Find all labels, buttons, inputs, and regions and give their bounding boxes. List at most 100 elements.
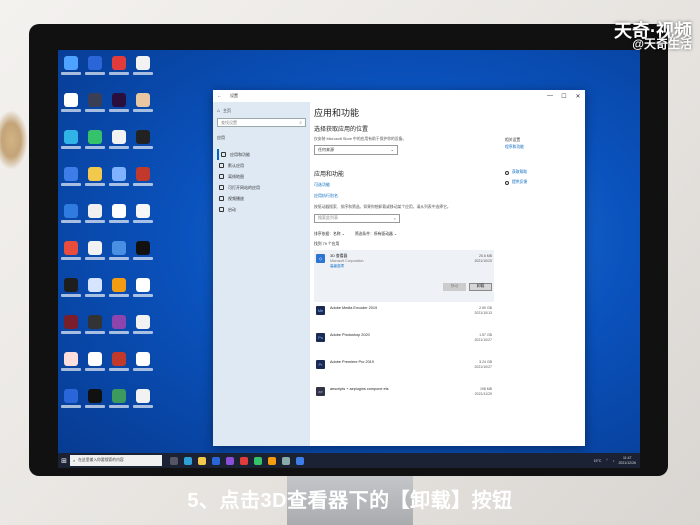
app-list-search-input[interactable]: 搜索此列表 ⌕	[314, 213, 400, 223]
desktop-icon[interactable]	[132, 352, 154, 380]
desktop-icon[interactable]	[60, 167, 82, 195]
app-list-item-selected[interactable]: ◇ 3D 查看器 Microsoft Corporation 高级选项 25.6…	[314, 249, 494, 302]
app-list-item[interactable]: Me Adobe Media Encoder 2019 2.69 GB 2021…	[314, 302, 494, 329]
photoshop-taskbar-icon[interactable]	[212, 456, 220, 465]
app-list-item[interactable]: ae aescripts + aeplugins compone ets 198…	[314, 383, 494, 410]
programs-features-link[interactable]: 程序和功能	[505, 145, 575, 150]
desktop-icon[interactable]	[60, 93, 82, 121]
app-date: 2021/10/13	[474, 310, 492, 315]
aescripts-icon: ae	[316, 386, 325, 396]
desktop-icon[interactable]	[84, 130, 106, 158]
browser-icon[interactable]	[296, 456, 304, 465]
edge-icon[interactable]	[184, 456, 192, 465]
settings-taskbar-icon[interactable]	[282, 456, 290, 465]
source-dropdown[interactable]: 任何来源 ⌄	[314, 144, 398, 155]
desktop-icon[interactable]	[60, 56, 82, 84]
desktop-icon[interactable]	[108, 56, 130, 84]
desktop-icon[interactable]	[132, 204, 154, 232]
sidebar-item-video-playback[interactable]: 视频播放	[217, 193, 306, 204]
sidebar-item-offline-maps[interactable]: 离线地图	[217, 171, 306, 182]
file-explorer-icon[interactable]	[198, 456, 206, 465]
desktop-icon[interactable]	[108, 241, 130, 269]
taskbar-search-input[interactable]: ⌕ 在这里输入你要搜索的内容	[70, 455, 162, 466]
desktop-icon[interactable]	[84, 241, 106, 269]
back-arrow-icon[interactable]: ←	[217, 93, 222, 99]
filter-label: 筛选条件：	[354, 231, 374, 236]
desktop-icon[interactable]	[108, 352, 130, 380]
advanced-options-link[interactable]: 高级选项	[330, 264, 363, 269]
desktop-icon[interactable]	[108, 93, 130, 121]
desktop-icon[interactable]	[132, 241, 154, 269]
desktop-icon[interactable]	[84, 167, 106, 195]
network-icon[interactable]: ⌔	[605, 458, 608, 463]
sidebar-item-default-apps[interactable]: 默认应用	[217, 160, 306, 171]
task-view-icon[interactable]	[170, 456, 178, 465]
optional-features-link[interactable]: 可选功能	[314, 182, 494, 188]
desktop-icon[interactable]	[60, 130, 82, 158]
app-date: 2021/10/27	[474, 364, 492, 369]
windows-start-icon[interactable]: ⊞	[58, 457, 70, 465]
volume-icon[interactable]: ♪	[613, 459, 615, 463]
desktop-icon[interactable]	[132, 56, 154, 84]
settings-search-input[interactable]: 查找设置 ⌕	[217, 118, 306, 127]
app-name: aescripts + aeplugins compone ets	[330, 386, 389, 391]
get-help-link[interactable]: 获取帮助	[505, 170, 575, 175]
taskbar: ⊞ ⌕ 在这里输入你要搜索的内容 19°C ⌔ ♪ 11:47 2021/12/…	[58, 453, 640, 468]
desktop-icon[interactable]	[60, 241, 82, 269]
desktop-icon[interactable]	[132, 315, 154, 343]
premiere-taskbar-icon[interactable]	[226, 456, 234, 465]
desktop-icon[interactable]	[60, 389, 82, 417]
desktop-icon[interactable]	[132, 167, 154, 195]
wechat-icon[interactable]	[254, 456, 262, 465]
sort-control[interactable]: 排序依据：名称 ⌄	[314, 231, 345, 237]
desktop-icon[interactable]	[60, 204, 82, 232]
app-alias-link[interactable]: 应用执行别名	[314, 193, 494, 199]
maximize-button[interactable]: ☐	[557, 93, 571, 100]
desktop-icon[interactable]	[84, 204, 106, 232]
filter-control[interactable]: 筛选条件：所有驱动器 ⌄	[355, 231, 397, 237]
netease-music-icon[interactable]	[240, 456, 248, 465]
desktop-icon[interactable]	[60, 315, 82, 343]
window-title-bar: ← 设置 — ☐ ✕	[213, 90, 585, 102]
sidebar-item-label: 可打开网站的应用	[228, 184, 260, 190]
desktop-icon[interactable]	[108, 204, 130, 232]
desktop-icon[interactable]	[132, 389, 154, 417]
system-tray: 19°C ⌔ ♪ 11:47 2021/12/26	[594, 456, 640, 464]
desktop-icon[interactable]	[84, 56, 106, 84]
sidebar-item-apps-for-websites[interactable]: 可打开网站的应用	[217, 182, 306, 193]
desktop-icon[interactable]	[84, 315, 106, 343]
app-list-item[interactable]: Ps Adobe Photoshop 2020 1.57 GB 2021/10/…	[314, 329, 494, 356]
desktop-icon[interactable]	[108, 167, 130, 195]
sidebar-item-apps-features[interactable]: 应用和功能	[217, 149, 306, 160]
default-apps-icon	[219, 163, 224, 168]
close-button[interactable]: ✕	[571, 93, 585, 100]
minimize-button[interactable]: —	[543, 93, 557, 100]
desktop-icon[interactable]	[84, 352, 106, 380]
desktop-icon[interactable]	[108, 315, 130, 343]
search-icon: ⌕	[299, 119, 302, 126]
startup-icon	[219, 207, 224, 212]
desktop-icon[interactable]	[132, 278, 154, 306]
desktop-icon[interactable]	[60, 278, 82, 306]
chrome-icon[interactable]	[268, 456, 276, 465]
desktop-icon[interactable]	[132, 130, 154, 158]
desktop-icon[interactable]	[108, 130, 130, 158]
app-name: Adobe Media Encoder 2019	[330, 305, 378, 310]
app-list-item[interactable]: Pr Adobe Premiere Pro 2019 3.24 GB 2021/…	[314, 356, 494, 383]
give-feedback-link[interactable]: 提供反馈	[505, 180, 575, 185]
desktop-icon[interactable]	[84, 278, 106, 306]
sidebar-item-label: 启动	[228, 206, 236, 212]
search-description: 按驱动器搜索、排序和筛选。如果你想卸载或移动某个应用，请从列表中选择它。	[314, 204, 451, 209]
dried-plant-decor	[0, 110, 28, 170]
desktop-icon[interactable]	[84, 93, 106, 121]
move-button[interactable]: 移动	[443, 282, 466, 291]
sidebar-home[interactable]: ⌂ 主页	[217, 108, 306, 114]
uninstall-button[interactable]: 卸载	[469, 282, 492, 291]
desktop-icon[interactable]	[132, 93, 154, 121]
desktop-icon[interactable]	[60, 352, 82, 380]
sidebar-item-startup[interactable]: 启动	[217, 204, 306, 215]
clock[interactable]: 11:47 2021/12/26	[618, 456, 636, 464]
desktop-icon[interactable]	[84, 389, 106, 417]
desktop-icon[interactable]	[108, 278, 130, 306]
desktop-icon[interactable]	[108, 389, 130, 417]
